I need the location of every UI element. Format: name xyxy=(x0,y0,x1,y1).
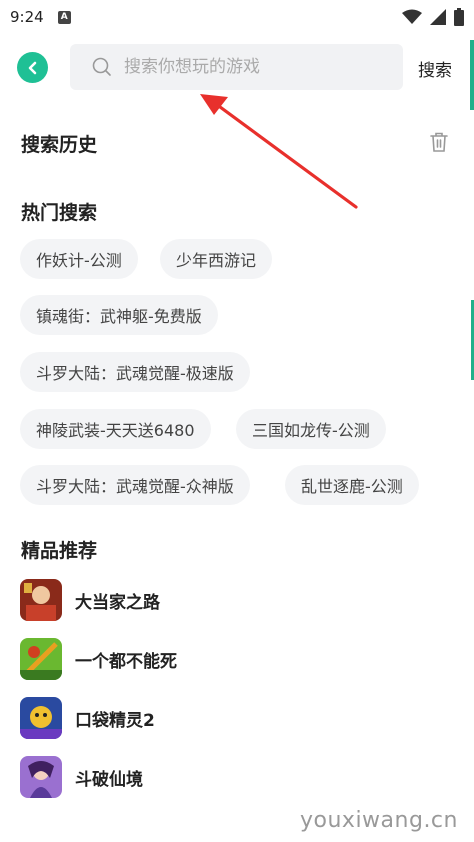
hot-tag[interactable]: 斗罗大陆：武魂觉醒-众神版 xyxy=(20,465,250,505)
status-time: 9:24 xyxy=(10,8,44,26)
wifi-icon xyxy=(402,9,422,24)
game-icon xyxy=(20,756,62,798)
trash-icon[interactable] xyxy=(429,131,449,153)
featured-title: 精品推荐 xyxy=(21,540,98,562)
hot-tag[interactable]: 作妖计-公测 xyxy=(20,239,138,279)
hot-search-title: 热门搜索 xyxy=(21,202,98,224)
watermark: youxiwang.cn xyxy=(300,808,458,833)
hot-tag[interactable]: 斗罗大陆：武魂觉醒-极速版 xyxy=(20,352,250,392)
search-input[interactable] xyxy=(124,57,384,77)
game-name: 斗破仙境 xyxy=(75,769,143,790)
battery-icon xyxy=(454,8,464,26)
hot-tag[interactable]: 乱世逐鹿-公测 xyxy=(285,465,419,505)
hot-tag[interactable]: 少年西游记 xyxy=(160,239,273,279)
status-bar: 9:24 A xyxy=(0,0,474,34)
hot-tag[interactable]: 镇魂街：武神躯-免费版 xyxy=(20,295,218,335)
featured-item[interactable]: 斗破仙境 xyxy=(20,755,143,799)
featured-item[interactable]: 一个都不能死 xyxy=(20,637,177,681)
back-button[interactable] xyxy=(17,52,48,83)
game-icon xyxy=(20,697,62,739)
chevron-left-icon xyxy=(28,61,36,74)
search-icon xyxy=(92,57,111,76)
search-history-title: 搜索历史 xyxy=(21,134,98,156)
game-name: 一个都不能死 xyxy=(75,651,177,672)
featured-item[interactable]: 口袋精灵2 xyxy=(20,696,155,740)
search-topbar: 搜索 xyxy=(0,44,474,90)
hot-tag[interactable]: 三国如龙传-公测 xyxy=(236,409,386,449)
game-icon xyxy=(20,579,62,621)
search-button[interactable]: 搜索 xyxy=(418,56,452,81)
search-box[interactable] xyxy=(70,44,403,90)
game-name: 口袋精灵2 xyxy=(75,710,155,731)
signal-icon xyxy=(430,9,446,25)
game-name: 大当家之路 xyxy=(75,592,160,613)
status-right xyxy=(402,8,464,26)
hot-tag[interactable]: 神陵武装-天天送6480 xyxy=(20,409,211,449)
featured-item[interactable]: 大当家之路 xyxy=(20,578,160,622)
notification-icon: A xyxy=(57,10,71,24)
game-icon xyxy=(20,638,62,680)
